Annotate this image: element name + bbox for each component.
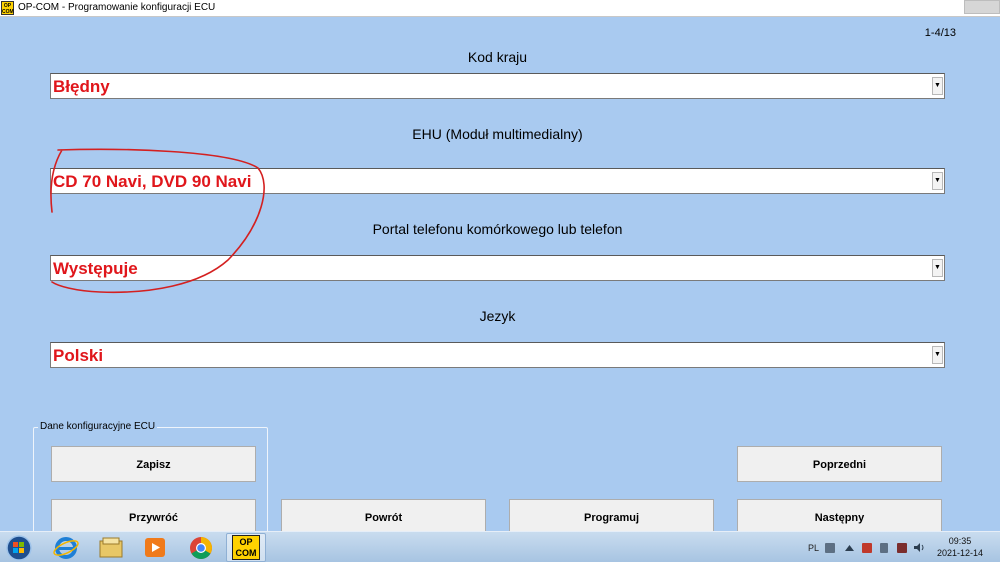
keyboard-icon[interactable] [825, 543, 835, 553]
field-label-phone-portal: Portal telefonu komórkowego lub telefon [372, 221, 623, 237]
opcom-app-icon: OP COM [1, 1, 14, 15]
dropdown-arrow-icon[interactable]: ▼ [932, 259, 943, 277]
windows-start-icon[interactable] [4, 534, 34, 561]
language-indicator[interactable]: PL [808, 543, 819, 553]
dropdown-value: CD 70 Navi, DVD 90 Navi [53, 172, 252, 191]
battery-icon[interactable] [880, 543, 888, 553]
restore-button[interactable]: Przywróć [51, 499, 256, 532]
country-code-dropdown[interactable]: Błędny ▼ [50, 73, 945, 99]
volume-icon[interactable] [914, 542, 925, 553]
clock-time: 09:35 [948, 536, 972, 546]
page-counter: 1-4/13 [924, 27, 956, 39]
chrome-icon[interactable] [186, 534, 216, 561]
field-label-country-code: Kod kraju [467, 49, 528, 65]
dropdown-arrow-icon[interactable]: ▼ [932, 346, 943, 364]
dropdown-value: Polski [53, 346, 104, 365]
show-hidden-icons-icon[interactable] [845, 544, 854, 552]
clock-date: 2021-12-14 [936, 548, 984, 558]
next-button[interactable]: Następny [737, 499, 942, 532]
back-button[interactable]: Powrót [281, 499, 486, 532]
dropdown-arrow-icon[interactable]: ▼ [932, 172, 943, 190]
dropdown-value: Błędny [53, 77, 110, 96]
previous-button[interactable]: Poprzedni [737, 446, 942, 482]
language-dropdown[interactable]: Polski ▼ [50, 342, 945, 368]
dropdown-arrow-icon[interactable]: ▼ [932, 77, 943, 95]
window-close-button[interactable] [964, 0, 1000, 14]
window-title: OP-COM - Programowanie konfiguracji ECU [18, 2, 216, 13]
ehu-dropdown[interactable]: CD 70 Navi, DVD 90 Navi ▼ [50, 168, 945, 194]
taskbar: OP COM PL 09:35 2021-12-14 [0, 531, 1000, 562]
title-bar: OP COM OP-COM - Programowanie konfigurac… [0, 0, 1000, 17]
opcom-icon[interactable]: OP COM [232, 535, 260, 560]
action-center-icon[interactable] [862, 543, 872, 553]
internet-explorer-icon[interactable] [51, 534, 81, 561]
save-button[interactable]: Zapisz [51, 446, 256, 482]
field-label-language: Jezyk [479, 308, 516, 324]
media-player-icon[interactable] [140, 534, 170, 561]
program-button[interactable]: Programuj [509, 499, 714, 532]
phone-portal-dropdown[interactable]: Występuje ▼ [50, 255, 945, 281]
file-explorer-icon[interactable] [96, 534, 126, 561]
groupbox-label: Dane konfiguracyjne ECU [38, 421, 158, 433]
clock[interactable]: 09:35 2021-12-14 [930, 535, 990, 559]
field-label-ehu: EHU (Moduł multimedialny) [412, 126, 583, 142]
network-icon[interactable] [897, 543, 907, 553]
dropdown-value: Występuje [53, 259, 138, 278]
